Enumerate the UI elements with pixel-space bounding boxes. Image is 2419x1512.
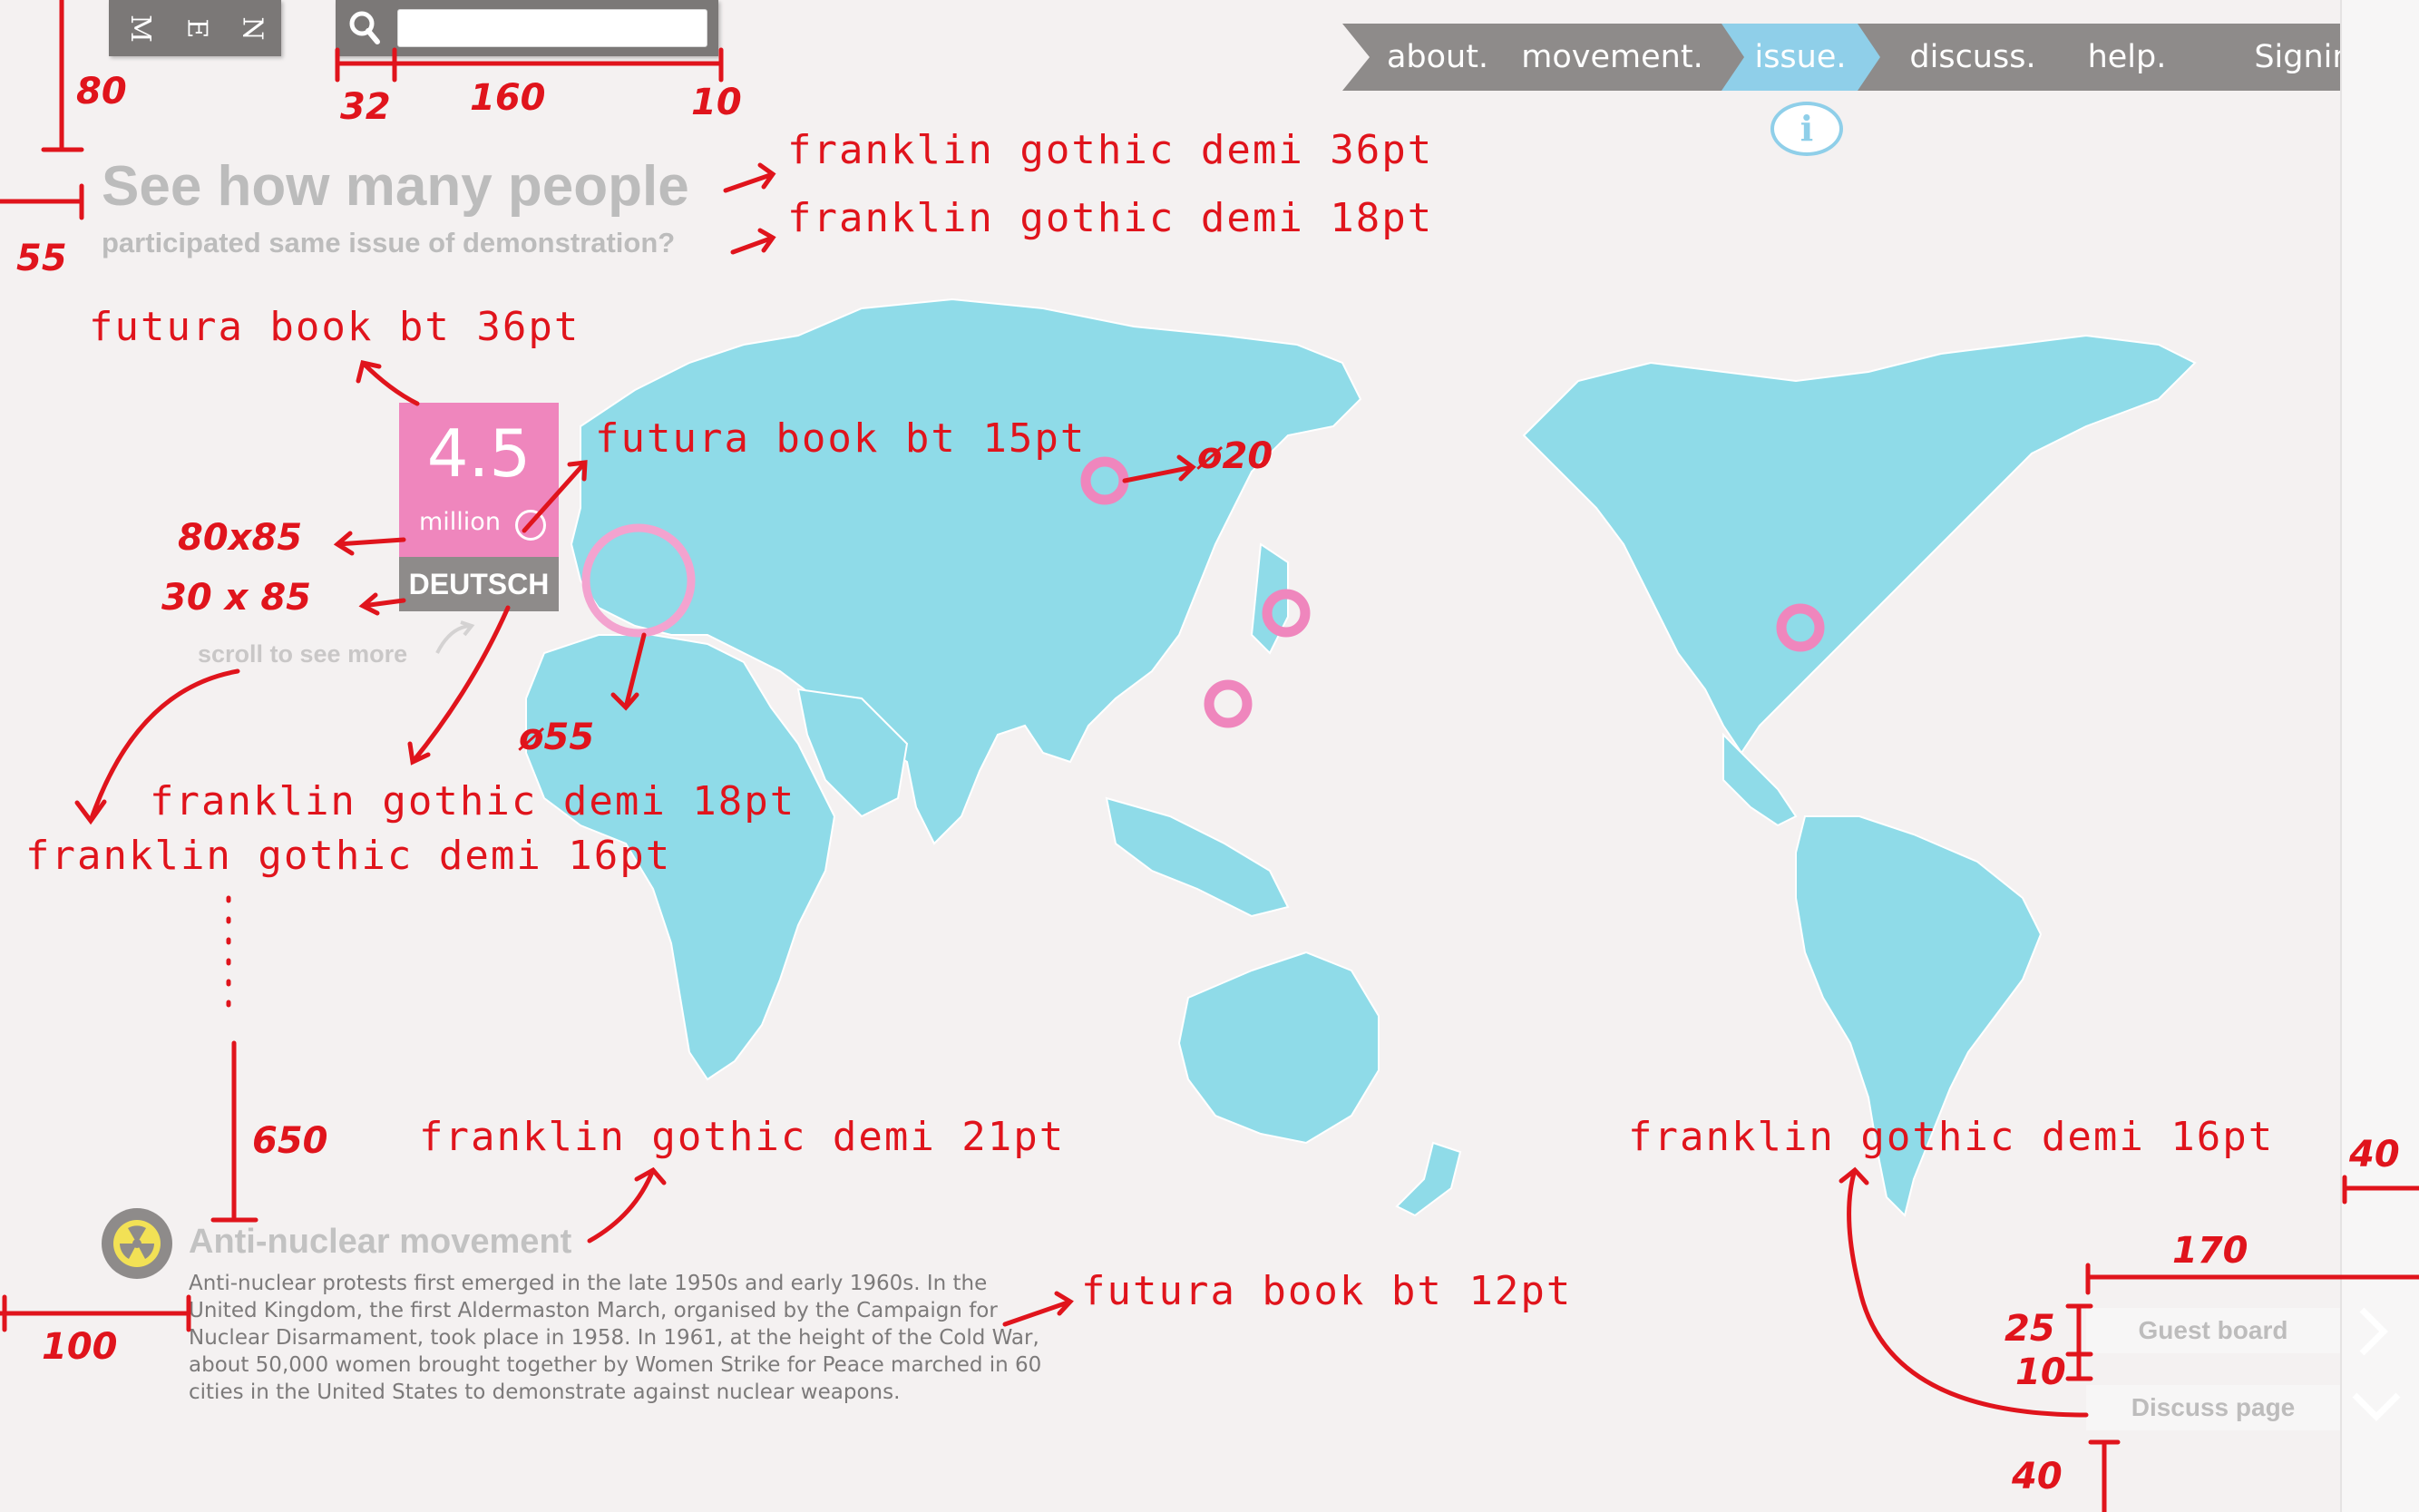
- annot-country-size: 30 x 85: [161, 577, 311, 619]
- annot-dim-bottom: 40: [2012, 1456, 2063, 1497]
- annot-scroll-font: franklin gothic demi 16pt: [25, 833, 672, 879]
- annot-unit-font: futura book bt 15pt: [595, 415, 1087, 462]
- annot-article-body-font: futura book bt 12pt: [1081, 1268, 1573, 1314]
- annot-dim-side-right: 40: [2349, 1134, 2400, 1175]
- annot-stat-size: 80x85: [178, 517, 303, 559]
- annot-article-title-font: franklin gothic demi 21pt: [419, 1114, 1066, 1160]
- annot-title-font: franklin gothic demi 36pt: [787, 127, 1434, 173]
- annot-dim-left: 55: [16, 238, 67, 279]
- annot-side-font: franklin gothic demi 16pt: [1628, 1114, 2275, 1160]
- annot-marker-small: ø20: [1197, 435, 1273, 477]
- annot-dim-column: 650: [252, 1120, 328, 1162]
- annot-dim-btn-height: 25: [2004, 1308, 2055, 1350]
- annot-subtitle-font: franklin gothic demi 18pt: [787, 195, 1434, 241]
- annot-marker-large: ø55: [519, 717, 595, 758]
- annot-dim-btn-gap: 10: [2015, 1351, 2066, 1393]
- annot-country-font: franklin gothic demi 18pt: [150, 778, 796, 824]
- annot-stat-font: futura book bt 36pt: [89, 304, 580, 350]
- annot-dim-side-width: 170: [2172, 1230, 2248, 1272]
- annot-dim-search-width: 160: [470, 77, 546, 119]
- annot-dim-top: 80: [76, 71, 127, 112]
- annot-dim-article-left: 100: [42, 1326, 118, 1368]
- annot-dim-search-right: 10: [691, 82, 742, 123]
- annot-dim-search-left: 32: [340, 86, 391, 128]
